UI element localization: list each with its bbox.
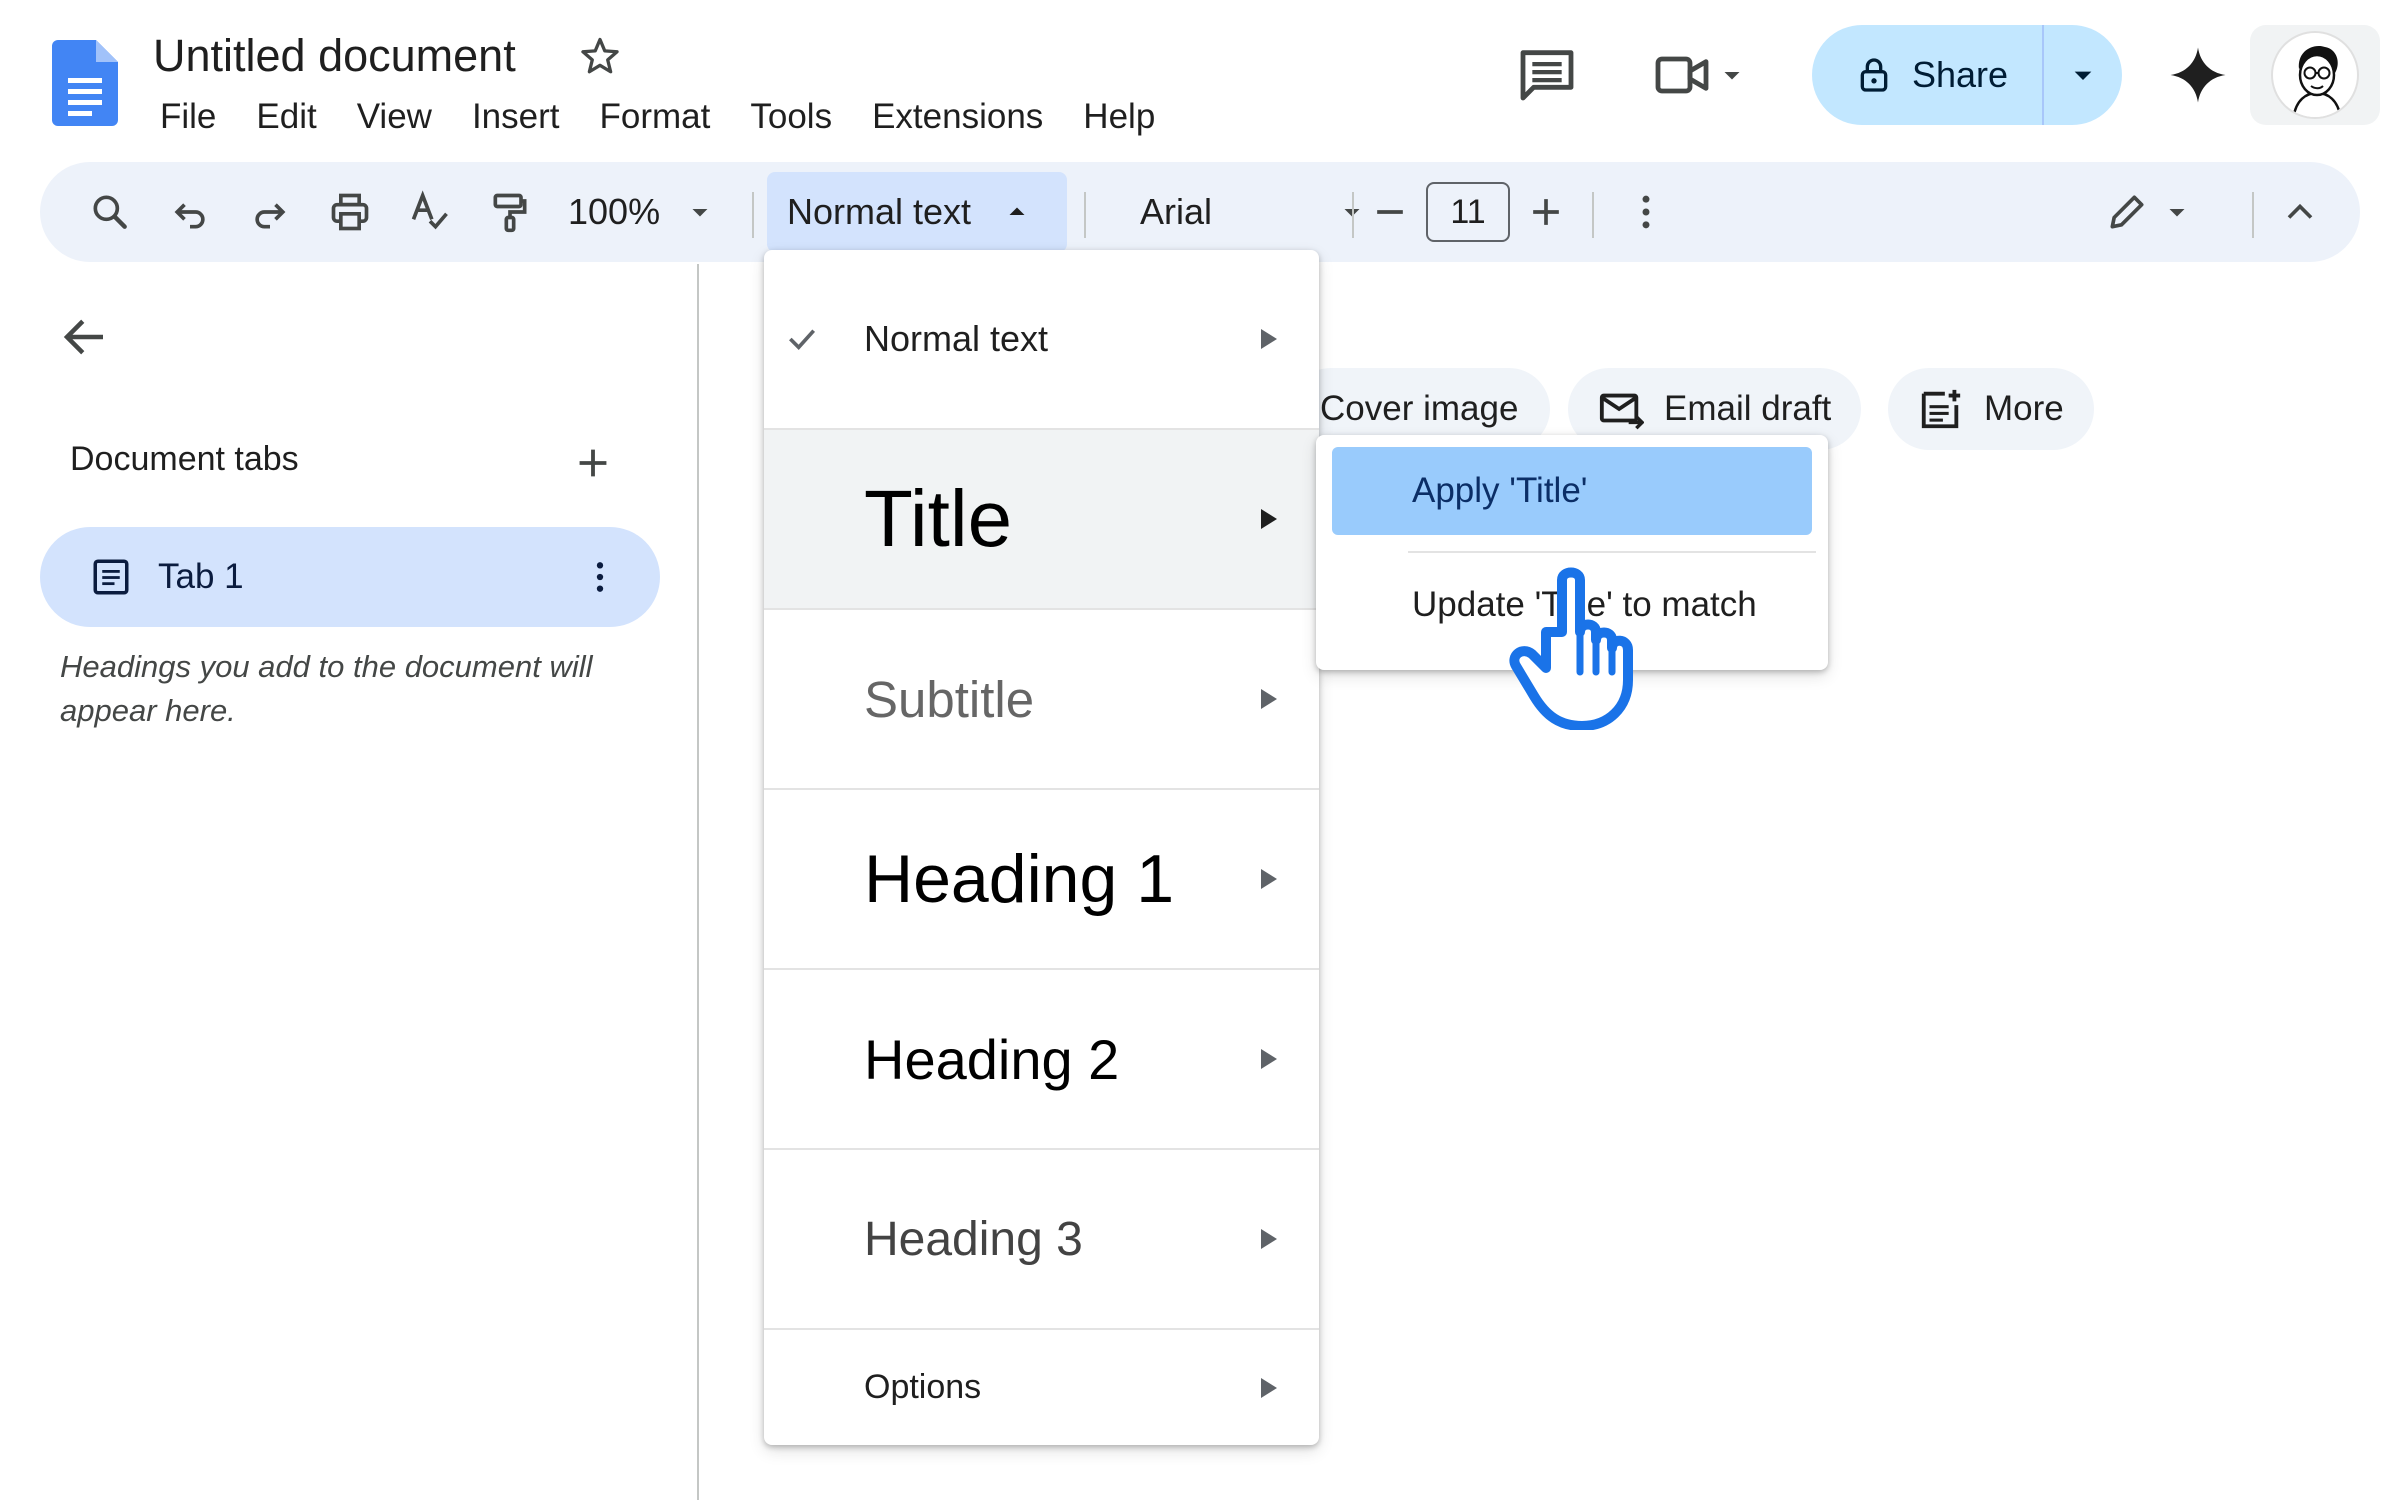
add-tab-icon[interactable] [570,440,616,486]
email-send-icon [1599,393,1644,430]
pencil-icon [2110,195,2144,229]
more-label: More [1984,389,2064,428]
increase-font-size-icon[interactable] [1518,162,1574,262]
gemini-sparkle-icon[interactable] [2165,42,2231,108]
share-dropdown[interactable] [2044,25,2122,125]
chevron-up-icon [1009,207,1025,215]
email-draft-label: Email draft [1664,389,1832,428]
avatar-illustration-icon [2292,45,2342,117]
document-title[interactable]: Untitled document [153,30,516,82]
outline-empty-hint: Headings you add to the document will ap… [60,649,593,728]
style-option-heading-1[interactable]: Heading 1 [764,790,1319,970]
share-button[interactable]: Share [1812,25,2122,125]
chevron-down-icon [692,209,708,217]
account-avatar[interactable] [2250,25,2380,125]
video-camera-icon [1655,56,1709,94]
menu-view[interactable]: View [337,97,452,137]
font-value: Arial [1140,191,1213,232]
hide-menus-icon[interactable] [2272,162,2328,262]
submenu-arrow-icon [1261,689,1277,709]
comment-icon[interactable] [1515,42,1579,106]
style-option-normal-text[interactable]: Normal text [764,250,1319,430]
submenu-arrow-icon [1261,329,1277,349]
document-tab-icon [93,559,129,595]
meet-button[interactable] [1650,40,1770,110]
docs-logo-icon[interactable] [52,40,118,126]
chevron-down-icon [2169,209,2185,217]
menu-insert[interactable]: Insert [452,97,580,137]
style-option-heading-2[interactable]: Heading 2 [764,970,1319,1150]
decrease-font-size-icon[interactable] [1362,162,1418,262]
menu-tools[interactable]: Tools [730,97,852,137]
style-option-title[interactable]: Title [764,430,1319,610]
paint-format-icon[interactable] [482,162,538,262]
chevron-down-icon [2074,71,2092,80]
document-tabs-heading: Document tabs [70,440,299,478]
menu-extensions[interactable]: Extensions [852,97,1063,137]
lock-icon [1860,58,1888,92]
chevron-down-icon [1724,72,1740,80]
more-options-icon[interactable] [1618,162,1674,262]
submenu-arrow-icon [1261,1229,1277,1249]
sidebar-divider [697,264,699,1500]
print-icon[interactable] [322,162,378,262]
style-option-heading-3[interactable]: Heading 3 [764,1150,1319,1330]
menu-format[interactable]: Format [580,97,731,137]
paragraph-style-select[interactable]: Normal text [767,172,1067,252]
paragraph-style-value: Normal text [787,191,972,232]
cover-image-label: Cover image [1320,389,1519,428]
zoom-value: 100% [568,191,661,232]
tab-options-icon[interactable] [580,557,620,597]
style-option-subtitle[interactable]: Subtitle [764,610,1319,790]
apply-title-option[interactable]: Apply 'Title' [1332,447,1812,535]
editing-toolbar: 100% Normal text Arial 11 [40,162,2360,262]
submenu-arrow-icon [1261,1049,1277,1069]
submenu-arrow-icon [1261,1377,1277,1398]
checkmark-icon [789,329,816,350]
menu-edit[interactable]: Edit [236,97,336,137]
style-option-options[interactable]: Options [764,1330,1319,1445]
font-size-input[interactable]: 11 [1426,182,1510,242]
more-chip[interactable]: More [1888,368,2094,450]
menu-help[interactable]: Help [1063,97,1175,137]
share-label: Share [1912,54,2009,95]
menu-bar: File Edit View Insert Format Tools Exten… [140,92,1175,142]
submenu-arrow-icon [1261,509,1277,529]
back-arrow-icon[interactable] [58,310,112,364]
submenu-arrow-icon [1261,869,1277,889]
star-icon[interactable] [578,34,622,78]
hand-pointer-cursor-icon [1500,560,1650,730]
search-menus-icon[interactable] [82,162,138,262]
tab-item-tab-1[interactable]: Tab 1 [40,527,660,627]
font-select[interactable]: Arial [1120,172,1380,252]
undo-icon[interactable] [162,162,218,262]
paragraph-style-menu: Normal text Title Subtitle Heading 1 Hea… [764,250,1319,1445]
tab-label: Tab 1 [158,557,244,596]
menu-file[interactable]: File [140,97,236,137]
zoom-select[interactable]: 100% [568,162,718,262]
spelling-grammar-icon[interactable] [402,162,458,262]
editing-mode-select[interactable] [2090,162,2210,262]
redo-icon[interactable] [242,162,298,262]
add-doc-icon [1921,389,1961,429]
